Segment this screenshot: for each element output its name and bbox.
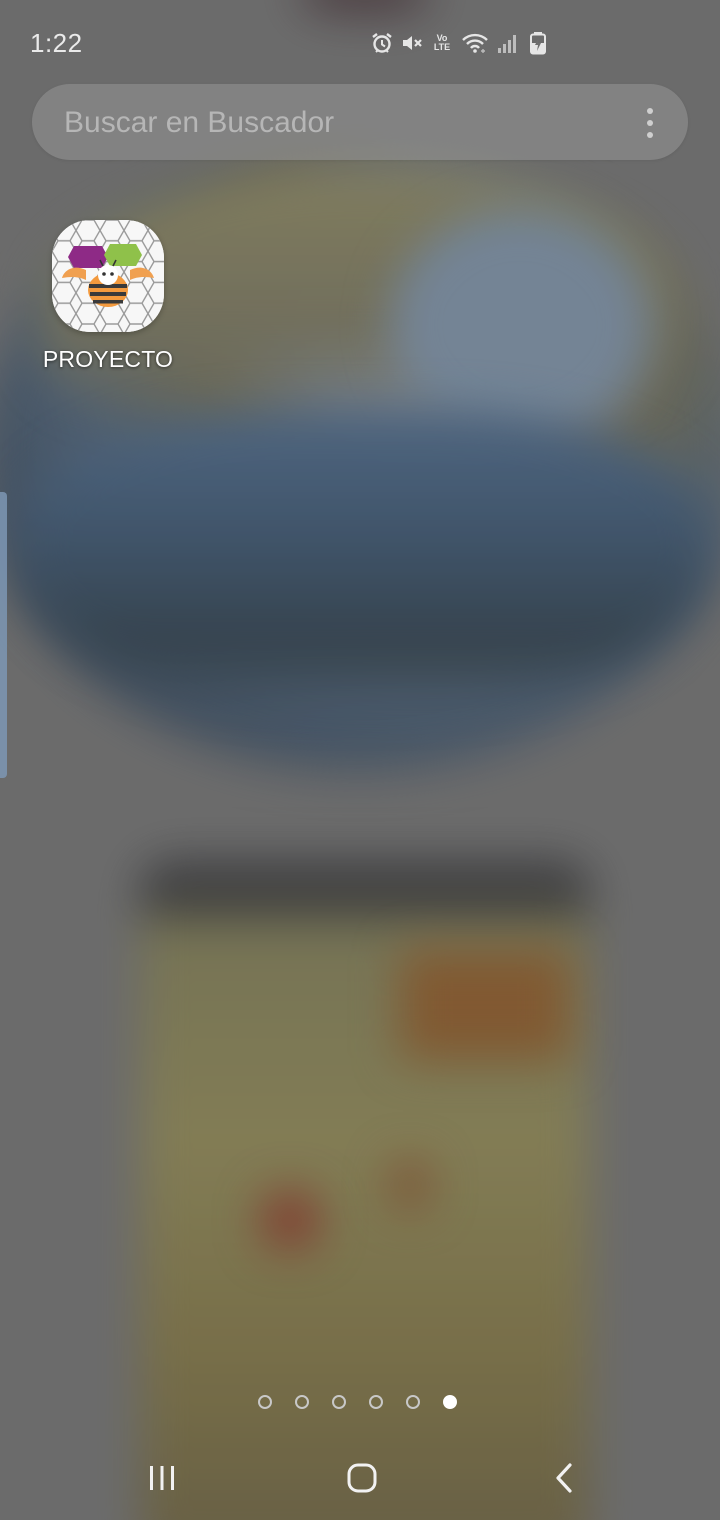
page-dot[interactable] (369, 1395, 383, 1409)
status-bar: 1:22 Vo LTE (0, 0, 720, 90)
page-dot[interactable] (295, 1395, 309, 1409)
home-icon (347, 1463, 377, 1493)
mute-icon (400, 30, 424, 56)
page-dot[interactable] (258, 1395, 272, 1409)
page-dot-active[interactable] (443, 1395, 457, 1409)
app-shortcut-proyecto[interactable]: PROYECTO (40, 220, 176, 373)
status-time: 1:22 (30, 28, 83, 58)
page-dot[interactable] (406, 1395, 420, 1409)
recent-apps-icon (150, 1466, 174, 1490)
wifi-icon (460, 30, 490, 56)
battery-charging-icon (526, 30, 550, 56)
more-vert-icon[interactable] (642, 108, 658, 138)
search-bar[interactable]: Buscar en Buscador (32, 84, 688, 160)
back-icon (556, 1463, 572, 1493)
edge-panel-handle[interactable] (0, 492, 7, 778)
signal-icon (496, 30, 520, 56)
recent-apps-button[interactable] (132, 1454, 192, 1502)
volte-icon: Vo LTE (433, 33, 451, 52)
alarm-icon (370, 30, 394, 56)
status-icons: Vo LTE (370, 30, 550, 56)
back-button[interactable] (534, 1454, 594, 1502)
home-button[interactable] (332, 1454, 392, 1502)
navigation-bar (0, 1436, 720, 1520)
app-label: PROYECTO (42, 346, 174, 372)
search-input[interactable]: Buscar en Buscador (64, 106, 334, 140)
proyecto-app-icon[interactable] (52, 220, 164, 332)
page-dot[interactable] (332, 1395, 346, 1409)
page-indicator (258, 1395, 457, 1409)
